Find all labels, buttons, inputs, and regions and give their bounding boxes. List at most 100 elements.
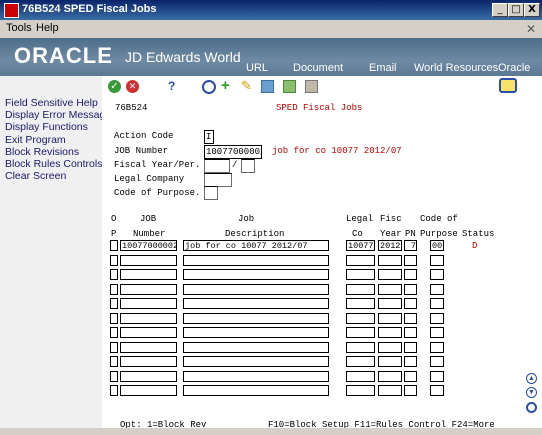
sidebar-item-exit-program[interactable]: Exit Program bbox=[5, 134, 66, 146]
grid-purpose-cell[interactable] bbox=[430, 341, 444, 353]
grid-pn-cell[interactable] bbox=[404, 312, 417, 324]
grid-year-cell[interactable]: 2012 bbox=[378, 240, 402, 251]
paste-icon[interactable] bbox=[283, 80, 296, 93]
menu-tools[interactable]: Tools bbox=[6, 22, 32, 34]
check-icon[interactable]: ✓ bbox=[108, 80, 121, 93]
nav-oracle[interactable]: Oracle bbox=[498, 62, 530, 74]
grid-year-cell[interactable] bbox=[378, 298, 402, 309]
grid-pn-cell[interactable] bbox=[404, 298, 417, 309]
grid-year-cell[interactable] bbox=[378, 283, 402, 295]
grid-purpose-cell[interactable] bbox=[430, 269, 444, 280]
sidebar-item-error-message[interactable]: Display Error Message bbox=[5, 109, 111, 121]
copy-icon[interactable] bbox=[261, 80, 274, 93]
grid-pn-cell[interactable] bbox=[404, 356, 417, 367]
grid-desc-cell[interactable] bbox=[183, 298, 329, 309]
grid-desc-cell[interactable] bbox=[183, 254, 329, 266]
nav-world-resources[interactable]: World Resources bbox=[414, 62, 498, 74]
grid-job-cell[interactable] bbox=[120, 254, 177, 266]
grid-pn-cell[interactable] bbox=[404, 341, 417, 353]
sidebar-item-block-revisions[interactable]: Block Revisions bbox=[5, 146, 79, 158]
action-code-input[interactable]: I bbox=[204, 130, 214, 144]
grid-purpose-cell[interactable] bbox=[430, 298, 444, 309]
grid-year-cell[interactable] bbox=[378, 370, 402, 382]
menu-help[interactable]: Help bbox=[36, 22, 59, 34]
grid-job-cell[interactable] bbox=[120, 356, 177, 367]
nav-document[interactable]: Document bbox=[293, 62, 343, 74]
sidebar-item-field-help[interactable]: Field Sensitive Help bbox=[5, 97, 98, 109]
grid-desc-cell[interactable] bbox=[183, 283, 329, 295]
grid-op-cell[interactable] bbox=[110, 269, 118, 280]
grid-year-cell[interactable] bbox=[378, 327, 402, 338]
nav-email[interactable]: Email bbox=[369, 62, 397, 74]
grid-job-cell[interactable] bbox=[120, 269, 177, 280]
add-icon[interactable]: + bbox=[221, 77, 230, 94]
page-down-icon[interactable]: ▼ bbox=[526, 387, 537, 398]
grid-purpose-cell[interactable] bbox=[430, 385, 444, 396]
grid-job-cell[interactable] bbox=[120, 327, 177, 338]
grid-purpose-cell[interactable] bbox=[430, 283, 444, 295]
grid-legal-cell[interactable] bbox=[346, 254, 375, 266]
grid-legal-cell[interactable] bbox=[346, 356, 375, 367]
grid-year-cell[interactable] bbox=[378, 356, 402, 367]
grid-desc-cell[interactable] bbox=[183, 370, 329, 382]
grid-op-cell[interactable] bbox=[110, 370, 118, 382]
job-number-input[interactable]: 10077000002 bbox=[204, 145, 262, 159]
close-document-icon[interactable]: ✕ bbox=[526, 22, 536, 36]
grid-pn-cell[interactable] bbox=[404, 370, 417, 382]
grid-purpose-cell[interactable] bbox=[430, 327, 444, 338]
grid-year-cell[interactable] bbox=[378, 312, 402, 324]
sidebar-item-clear-screen[interactable]: Clear Screen bbox=[5, 170, 66, 182]
grid-legal-cell[interactable] bbox=[346, 312, 375, 324]
grid-op-cell[interactable] bbox=[110, 254, 118, 266]
grid-purpose-cell[interactable] bbox=[430, 254, 444, 266]
delete-icon[interactable] bbox=[305, 80, 318, 93]
maximize-button[interactable]: □ bbox=[508, 3, 524, 17]
grid-op-cell[interactable] bbox=[110, 240, 118, 251]
grid-desc-cell[interactable] bbox=[183, 269, 329, 280]
help-icon[interactable]: ? bbox=[168, 79, 175, 93]
grid-year-cell[interactable] bbox=[378, 385, 402, 396]
grid-op-cell[interactable] bbox=[110, 312, 118, 324]
grid-desc-cell[interactable] bbox=[183, 312, 329, 324]
grid-year-cell[interactable] bbox=[378, 341, 402, 353]
grid-legal-cell[interactable] bbox=[346, 341, 375, 353]
grid-op-cell[interactable] bbox=[110, 283, 118, 295]
legal-company-input[interactable] bbox=[204, 173, 232, 187]
grid-job-cell[interactable] bbox=[120, 370, 177, 382]
grid-job-cell[interactable]: 10077000002 bbox=[120, 240, 177, 251]
grid-purpose-cell[interactable] bbox=[430, 370, 444, 382]
grid-pn-cell[interactable]: 7 bbox=[404, 240, 417, 251]
chat-icon[interactable] bbox=[499, 78, 517, 93]
grid-legal-cell[interactable] bbox=[346, 283, 375, 295]
grid-purpose-cell[interactable] bbox=[430, 356, 444, 367]
grid-desc-cell[interactable] bbox=[183, 385, 329, 396]
nav-url[interactable]: URL bbox=[246, 62, 268, 74]
grid-job-cell[interactable] bbox=[120, 298, 177, 309]
grid-legal-cell[interactable] bbox=[346, 327, 375, 338]
sidebar-item-block-rules[interactable]: Block Rules Controls bbox=[5, 158, 102, 170]
grid-pn-cell[interactable] bbox=[404, 385, 417, 396]
grid-desc-cell[interactable]: job for co 10077 2012/07 bbox=[183, 240, 329, 251]
grid-op-cell[interactable] bbox=[110, 385, 118, 396]
grid-legal-cell[interactable] bbox=[346, 269, 375, 280]
zoom-icon[interactable] bbox=[526, 402, 537, 413]
grid-desc-cell[interactable] bbox=[183, 341, 329, 353]
grid-legal-cell[interactable] bbox=[346, 298, 375, 309]
grid-purpose-cell[interactable] bbox=[430, 312, 444, 324]
close-button[interactable]: X bbox=[524, 3, 540, 17]
fiscal-period-input[interactable] bbox=[241, 159, 255, 173]
code-of-purpose-input[interactable] bbox=[204, 186, 218, 200]
grid-year-cell[interactable] bbox=[378, 254, 402, 266]
cancel-icon[interactable]: ✕ bbox=[126, 80, 139, 93]
grid-legal-cell[interactable]: 10077 bbox=[346, 240, 375, 251]
grid-op-cell[interactable] bbox=[110, 327, 118, 338]
grid-job-cell[interactable] bbox=[120, 283, 177, 295]
grid-desc-cell[interactable] bbox=[183, 356, 329, 367]
grid-pn-cell[interactable] bbox=[404, 254, 417, 266]
grid-job-cell[interactable] bbox=[120, 385, 177, 396]
grid-legal-cell[interactable] bbox=[346, 385, 375, 396]
grid-job-cell[interactable] bbox=[120, 341, 177, 353]
sidebar-item-display-functions[interactable]: Display Functions bbox=[5, 121, 88, 133]
grid-desc-cell[interactable] bbox=[183, 327, 329, 338]
grid-op-cell[interactable] bbox=[110, 341, 118, 353]
